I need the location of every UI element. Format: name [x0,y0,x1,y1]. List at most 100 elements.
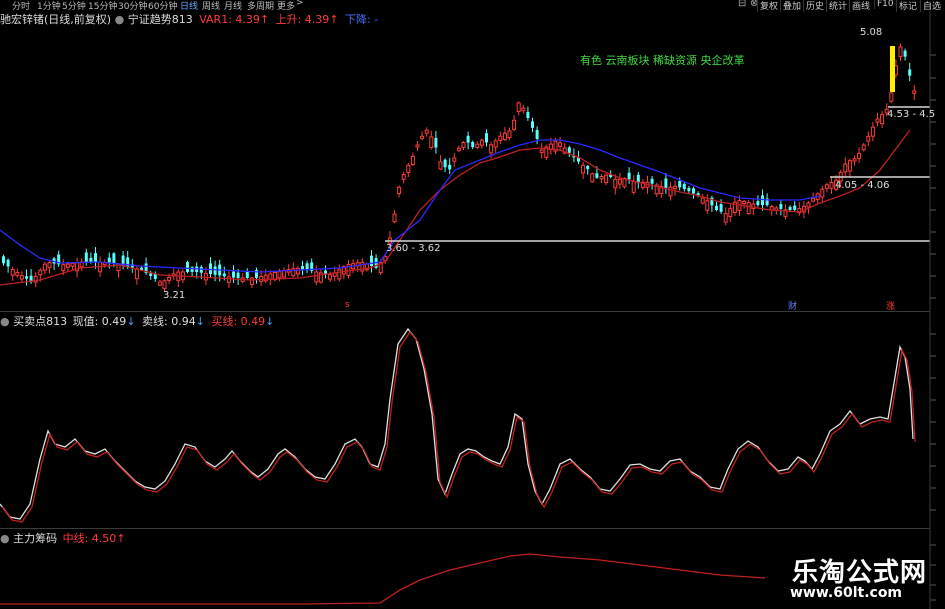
candle-body [599,176,604,180]
candle-body [268,273,273,280]
candle-body [324,270,327,274]
candle-body [10,268,15,276]
candle-body [793,205,797,210]
candle-body [756,201,760,205]
candle-body [866,135,871,142]
watermark-title: 乐淘公式网 [792,558,928,588]
candle-body [516,102,521,113]
candle-body [746,202,751,215]
candle-body [61,264,66,271]
candle-body [903,50,907,57]
candle-body [617,178,622,185]
candle-body [526,111,530,118]
candle-body [889,92,894,102]
candle-body [112,253,116,264]
candle-body [507,130,512,138]
candle-body [535,129,539,139]
candle-body [249,277,254,286]
candle-body [84,252,88,262]
candle-body [245,271,249,278]
candle-body [485,133,488,143]
candle-body [456,147,461,151]
candle-body [719,204,723,212]
candle-body [236,272,240,278]
candle-body [65,263,70,268]
candle-body [42,263,47,271]
candle-body [167,276,172,281]
buysell-now-line [0,327,914,520]
candle-body [337,269,342,280]
candle-body [824,184,829,189]
candle-body [222,273,226,277]
candle-body [489,144,494,154]
candle-body [199,266,203,273]
candle-body [149,273,153,276]
candle-body [466,135,470,143]
candle-body [420,135,425,139]
candle-body [595,173,599,178]
watermark-url: www.60lt.com [790,585,903,601]
range-label-3: 4.53 - 4.5 [887,109,936,120]
candle-body [586,165,590,170]
chart-canvas[interactable] [0,0,945,609]
candle-body [700,197,705,204]
candle-body [861,144,866,151]
candle-body [232,271,235,278]
candle-body [664,178,668,188]
candle-body [295,267,300,275]
candle-body [443,159,447,168]
candle-body [25,276,28,279]
candle-body [70,262,75,267]
candle-body [328,274,333,280]
candle-body [880,113,885,125]
candle-body [723,213,728,223]
candle-body [213,266,217,275]
candle-body [728,208,733,218]
candle-body [498,135,503,141]
candle-body [479,139,484,146]
candle-body [843,163,848,173]
candle-body [847,160,852,172]
candle-body [829,182,834,189]
candle-body [493,140,498,148]
candle-body [19,275,24,280]
candle-body [898,46,903,57]
candle-body [434,137,438,148]
candle-body [15,272,20,276]
candle-body [715,205,718,210]
candle-body [613,178,618,189]
candle-body [668,186,673,197]
candle-body [806,202,811,208]
candle-body [401,174,406,180]
s-marker: s [345,300,350,310]
candle-body [452,157,457,162]
candle-body [314,271,319,283]
candle-body [682,183,686,190]
candle-body [912,90,917,94]
candle-body [226,276,231,283]
candle-body [392,213,397,223]
candle-body [705,200,710,211]
candle-body [438,161,443,170]
candle-body [558,142,563,147]
candle-body [502,132,507,140]
candle-body [461,142,466,148]
candle-body [531,121,534,128]
candle-body [2,256,5,264]
candle-body [475,143,480,149]
limit-up-marker: 涨 [886,302,896,312]
candle-body [908,69,912,76]
candle-body [6,259,10,267]
range-label-1: 3.60 - 3.62 [386,243,441,254]
candle-body [742,201,747,205]
candle-body [429,136,434,149]
candle-body [397,186,402,194]
candle-body [134,268,139,280]
candle-body [581,164,586,174]
buysell-buy-line [1,330,916,523]
candle-body [512,119,517,130]
candle-body [627,172,631,180]
candle-body [94,253,97,262]
candle-body [406,164,411,173]
low-price-label: 3.21 [163,290,186,301]
